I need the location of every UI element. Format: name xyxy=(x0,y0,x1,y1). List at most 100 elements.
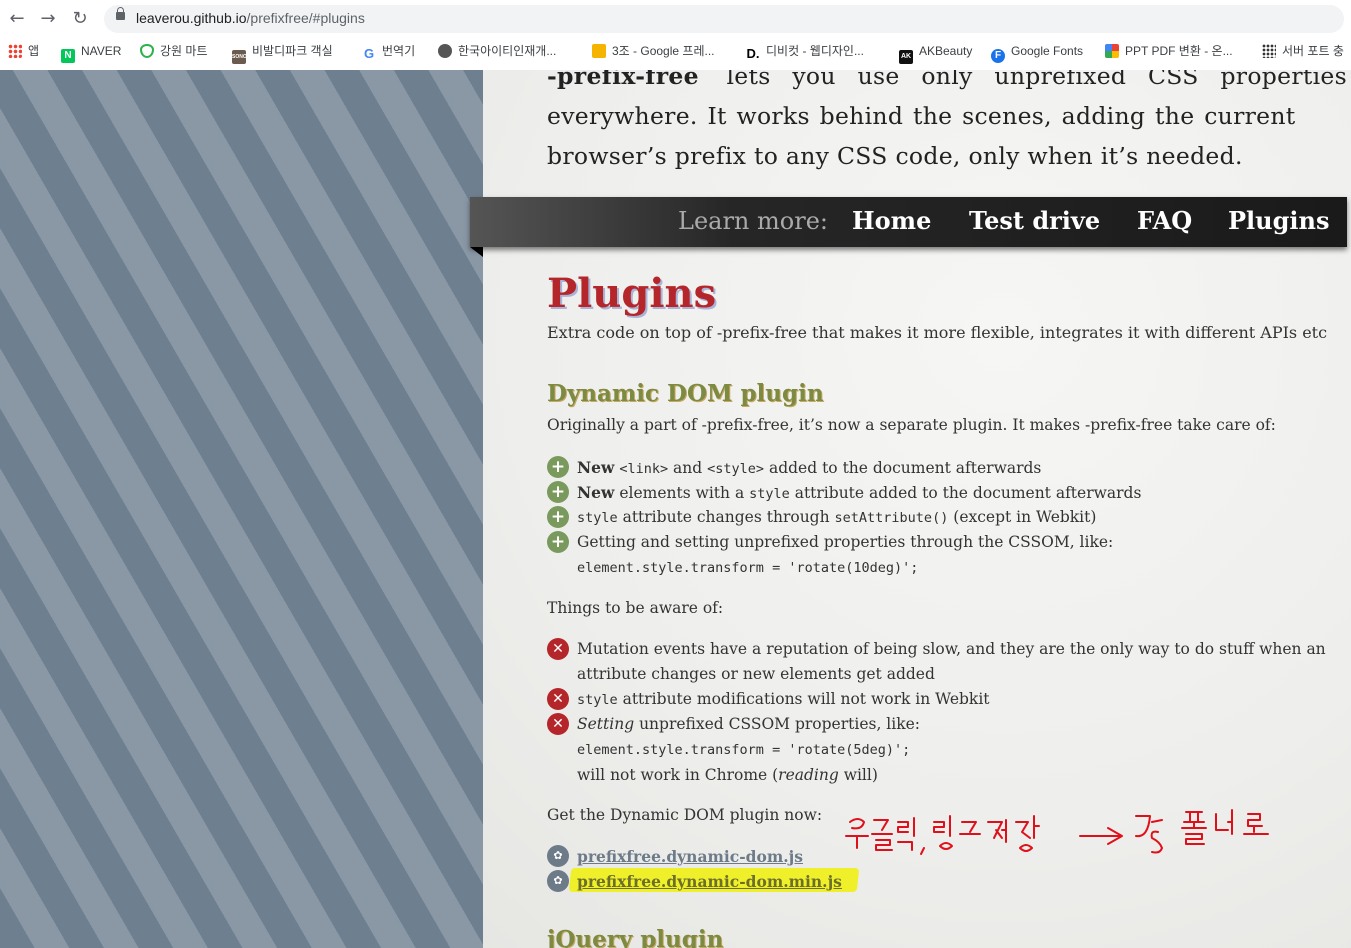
download-link-dynamic-dom[interactable]: prefixfree.dynamic-dom.js xyxy=(577,847,803,866)
brand-name: -prefix-free xyxy=(547,70,699,90)
google-icon: G xyxy=(362,46,376,61)
bookmark-label: NAVER xyxy=(81,44,122,58)
bookmark-dbcut[interactable]: D. 디비컷 - 웹디자인... xyxy=(746,42,864,61)
bookmark-naver[interactable]: N NAVER xyxy=(61,42,122,63)
feature-code: <style> xyxy=(707,461,765,477)
bookmark-server-port[interactable]: 서버 포트 충 xyxy=(1262,42,1344,60)
dots-icon xyxy=(1262,44,1276,58)
feature-text: elements with a xyxy=(619,484,745,502)
ribbon-fold xyxy=(470,247,483,257)
nav-link-faq[interactable]: FAQ xyxy=(1137,206,1192,235)
bookmark-label: 강원 마트 xyxy=(160,44,208,58)
feature-code: setAttribute() xyxy=(834,510,949,526)
nav-link-plugins[interactable]: Plugins xyxy=(1228,206,1329,235)
apps-grid-icon xyxy=(8,44,22,58)
cross-icon: ✕ xyxy=(547,688,569,710)
web-page: -prefix-free lets you use only unprefixe… xyxy=(0,70,1351,948)
plugins-description: Extra code on top of -prefix-free that m… xyxy=(547,323,1328,342)
ppt-icon xyxy=(1105,44,1119,58)
bookmark-label: PPT PDF 변환 - 온... xyxy=(1125,44,1233,58)
striped-background xyxy=(0,70,483,948)
shield-icon xyxy=(140,44,154,58)
feature-code: <link> xyxy=(619,461,669,477)
feature-code: style xyxy=(577,510,618,526)
bookmark-translator[interactable]: G 번역기 xyxy=(362,42,416,61)
sono-icon: SONO xyxy=(232,50,247,64)
plus-icon: + xyxy=(547,456,569,478)
nav-link-home[interactable]: Home xyxy=(852,206,931,235)
akbeauty-icon: AK xyxy=(899,50,913,64)
bookmark-akbeauty[interactable]: AK AKBeauty xyxy=(899,42,973,64)
caveat-text: Mutation events have a reputation of bei… xyxy=(577,640,1326,658)
reload-icon[interactable]: ↻ xyxy=(69,8,91,30)
bookmark-vivaldi[interactable]: SONO 비발디파크 객실 xyxy=(232,42,333,64)
bookmark-label: 번역기 xyxy=(382,44,416,58)
intro-line2: everywhere. It works behind the scenes, … xyxy=(547,102,1296,130)
d-icon: D. xyxy=(746,46,760,61)
dynamic-dom-heading: Dynamic DOM plugin xyxy=(547,380,824,407)
gear-icon: ✿ xyxy=(547,845,569,867)
caveat-text: will) xyxy=(838,766,878,784)
cross-icon: ✕ xyxy=(547,638,569,660)
feature-text: (except in Webkit) xyxy=(953,508,1097,526)
bookmark-label: AKBeauty xyxy=(919,44,973,58)
bookmark-apps[interactable]: 앱 xyxy=(8,42,39,60)
naver-icon: N xyxy=(61,49,75,63)
cross-icon: ✕ xyxy=(547,713,569,735)
bookmark-label: 디비컷 - 웹디자인... xyxy=(766,44,864,58)
bookmark-google-slides[interactable]: 3조 - Google 프레... xyxy=(592,42,715,60)
feature-code: style xyxy=(749,486,790,502)
caveat-text: unprefixed CSSOM properties, like: xyxy=(639,715,920,733)
intro-line1: lets you use only unprefixed CSS propert… xyxy=(726,70,1347,90)
caveat-emphasis: Setting xyxy=(577,715,635,733)
browser-toolbar: ← → ↻ leaverou.github.io/prefixfree/#plu… xyxy=(0,0,1351,38)
bookmark-google-fonts[interactable]: F Google Fonts xyxy=(991,42,1084,63)
gear-icon: ✿ xyxy=(547,870,569,892)
plus-icon: + xyxy=(547,481,569,503)
browser-chrome: ← → ↻ leaverou.github.io/prefixfree/#plu… xyxy=(0,0,1351,71)
feature-text: added to the document afterwards xyxy=(768,459,1042,477)
address-bar[interactable]: leaverou.github.io/prefixfree/#plugins xyxy=(104,5,1344,33)
intro-paragraph: -prefix-free lets you use only unprefixe… xyxy=(547,70,1347,176)
bookmark-label: 앱 xyxy=(28,44,40,58)
url-text[interactable]: leaverou.github.io/prefixfree/#plugins xyxy=(136,10,365,26)
feature-text: attribute changes through xyxy=(622,508,830,526)
url-host: leaverou.github.io xyxy=(136,10,247,26)
code-sample: element.style.transform = 'rotate(10deg)… xyxy=(577,560,919,576)
feature-text: Getting and setting unprefixed propertie… xyxy=(577,533,1114,551)
feature-bold: New xyxy=(577,483,615,502)
lock-icon xyxy=(116,7,125,20)
get-plugin-label: Get the Dynamic DOM plugin now: xyxy=(547,806,823,824)
back-arrow-icon[interactable]: ← xyxy=(6,8,28,30)
bookmark-label: 3조 - Google 프레... xyxy=(612,44,715,58)
dynamic-dom-intro: Originally a part of -prefix-free, it’s … xyxy=(547,416,1276,434)
feature-text: and xyxy=(673,459,703,477)
aware-label: Things to be aware of: xyxy=(547,599,724,617)
caveat-code: style xyxy=(577,692,618,708)
learn-more-label: Learn more: xyxy=(678,207,828,235)
google-fonts-icon: F xyxy=(991,49,1005,63)
code-sample: element.style.transform = 'rotate(5deg)'… xyxy=(577,742,911,758)
nav-link-test-drive[interactable]: Test drive xyxy=(969,206,1100,235)
bookmark-ppt-pdf[interactable]: PPT PDF 변환 - 온... xyxy=(1105,42,1233,60)
caveat-text: attribute changes or new elements get ad… xyxy=(577,665,935,683)
forward-arrow-icon[interactable]: → xyxy=(37,8,59,30)
bookmarks-bar: 앱 N NAVER 강원 마트 SONO 비발디파크 객실 G 번역기 한국아이티인재… xyxy=(0,38,1351,64)
url-path: /prefixfree/#plugins xyxy=(246,10,365,26)
bookmark-label: Google Fonts xyxy=(1011,44,1084,58)
bookmark-label: 한국아이티인재개... xyxy=(458,44,557,58)
bookmark-korea-it[interactable]: 한국아이티인재개... xyxy=(438,42,556,60)
bookmark-gangwon-mart[interactable]: 강원 마트 xyxy=(140,42,208,60)
jquery-plugin-heading: jQuery plugin xyxy=(547,926,724,948)
plus-icon: + xyxy=(547,506,569,528)
learn-more-nav: Learn more: Home Test drive FAQ Plugins xyxy=(470,197,1347,257)
slides-icon xyxy=(592,44,606,58)
caveat-text: attribute modifications will not work in… xyxy=(622,690,990,708)
download-link-dynamic-dom-min[interactable]: prefixfree.dynamic-dom.min.js xyxy=(577,872,842,891)
feature-bold: New xyxy=(577,458,615,477)
bookmark-label: 서버 포트 충 xyxy=(1282,44,1344,58)
globe-icon xyxy=(438,44,452,58)
plugins-heading: Plugins xyxy=(547,270,717,317)
caveat-text: will not work in Chrome ( xyxy=(577,766,779,784)
bookmark-label: 비발디파크 객실 xyxy=(252,44,333,58)
